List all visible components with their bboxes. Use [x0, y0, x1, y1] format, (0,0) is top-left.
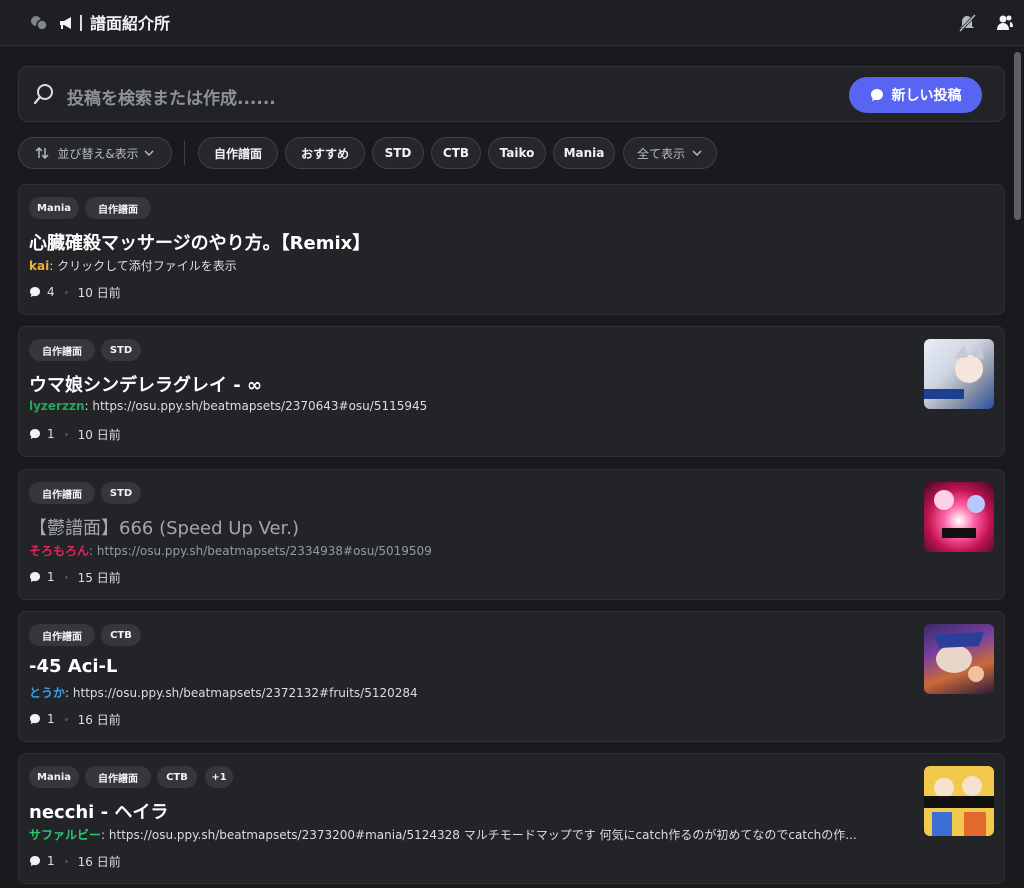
post-age: 10 日前 — [77, 427, 121, 442]
comment-count: 1 — [47, 427, 55, 441]
post-thumbnail[interactable] — [924, 339, 994, 409]
post-tag: 自作譜面 — [85, 197, 151, 219]
post-preview: そろもろん: https://osu.ppy.sh/beatmapsets/23… — [29, 544, 432, 558]
post-preview-text: https://osu.ppy.sh/beatmapsets/2372132#f… — [69, 686, 418, 700]
post-tag: CTB — [101, 624, 141, 646]
post-preview-text: https://osu.ppy.sh/beatmapsets/2370643#o… — [88, 399, 428, 413]
post-title: 心臓確殺マッサージのやり方。【Remix】 — [29, 233, 371, 254]
comment-count: 1 — [47, 570, 55, 584]
post-preview-text: クリックして添付ファイルを表示 — [53, 259, 237, 273]
filter-divider — [184, 141, 185, 165]
post-tag: +1 — [205, 766, 233, 788]
post-tag: STD — [101, 482, 141, 504]
post-meta: 1 16 日前 — [29, 853, 121, 869]
new-post-button[interactable]: 新しい投稿 — [849, 77, 982, 113]
sort-label: 並び替え&表示 — [57, 146, 139, 161]
post-author: サファルビー — [29, 828, 102, 842]
post-tag: Mania — [29, 197, 79, 219]
forum-post[interactable]: Mania 自作譜面 CTB +1 necchi - ヘイラ サファルビー: h… — [18, 753, 1005, 884]
comment-icon — [30, 429, 40, 439]
channel-header: 譜面紹介所 — [0, 0, 1024, 46]
scrollbar-thumb[interactable] — [1014, 52, 1021, 220]
forum-icon — [28, 12, 50, 34]
comment-icon — [30, 856, 40, 866]
filter-chip-mania[interactable]: Mania — [553, 137, 615, 169]
post-meta: 1 10 日前 — [29, 426, 121, 442]
post-tag: STD — [101, 339, 141, 361]
post-age: 10 日前 — [77, 285, 121, 300]
post-thumbnail[interactable] — [924, 624, 994, 694]
forum-post[interactable]: Mania 自作譜面 心臓確殺マッサージのやり方。【Remix】 kai: クリ… — [18, 184, 1005, 315]
comment-count: 4 — [47, 285, 55, 299]
comment-icon — [30, 287, 40, 297]
post-preview: lyzerzzn: https://osu.ppy.sh/beatmapsets… — [29, 399, 428, 413]
post-meta: 1 16 日前 — [29, 711, 121, 727]
post-title: 【鬱譜面】666 (Speed Up Ver.) — [29, 518, 300, 539]
post-tag: Mania — [29, 766, 79, 788]
post-preview: kai: クリックして添付ファイルを表示 — [29, 259, 237, 273]
filter-chip-osusume[interactable]: おすすめ — [285, 137, 365, 169]
search-bar[interactable]: 投稿を検索または作成...... 新しい投稿 — [18, 66, 1005, 122]
post-preview: サファルビー: https://osu.ppy.sh/beatmapsets/2… — [29, 828, 857, 842]
show-all-dropdown[interactable]: 全て表示 — [623, 137, 717, 169]
post-title: ウマ娘シンデレラグレイ - ∞ — [29, 375, 262, 396]
filter-chip-ctb[interactable]: CTB — [431, 137, 481, 169]
post-thumbnail[interactable] — [924, 766, 994, 836]
new-post-label: 新しい投稿 — [891, 88, 962, 104]
sort-button[interactable]: 並び替え&表示 — [18, 137, 172, 169]
sort-icon — [35, 146, 49, 160]
post-title: -45 Aci-L — [29, 656, 118, 677]
post-tag: CTB — [157, 766, 197, 788]
post-meta: 1 15 日前 — [29, 569, 121, 585]
announcement-icon — [56, 12, 78, 34]
chat-bubble-icon — [870, 89, 883, 101]
channel-title: 譜面紹介所 — [80, 10, 170, 34]
comment-count: 1 — [47, 854, 55, 868]
post-preview: とうか: https://osu.ppy.sh/beatmapsets/2372… — [29, 686, 418, 700]
post-author: lyzerzzn — [29, 399, 85, 413]
post-age: 16 日前 — [77, 712, 121, 727]
post-tag: 自作譜面 — [29, 339, 95, 361]
forum-post[interactable]: 自作譜面 STD 【鬱譜面】666 (Speed Up Ver.) そろもろん:… — [18, 469, 1005, 600]
post-preview-text: https://osu.ppy.sh/beatmapsets/2334938#o… — [93, 544, 432, 558]
post-tag: 自作譜面 — [85, 766, 151, 788]
post-author: そろもろん — [29, 544, 90, 558]
post-thumbnail[interactable] — [924, 482, 994, 552]
filter-chip-std[interactable]: STD — [372, 137, 424, 169]
show-all-label: 全て表示 — [636, 146, 685, 161]
search-icon — [33, 83, 55, 105]
comment-count: 1 — [47, 712, 55, 726]
chevron-down-icon — [692, 150, 702, 157]
post-meta: 4 10 日前 — [29, 284, 121, 300]
mute-icon[interactable] — [956, 12, 978, 34]
comment-icon — [30, 572, 40, 582]
filter-chip-jisaku[interactable]: 自作譜面 — [198, 137, 278, 169]
post-tag: 自作譜面 — [29, 482, 95, 504]
post-tag: 自作譜面 — [29, 624, 95, 646]
post-title: necchi - ヘイラ — [29, 802, 169, 823]
post-author: kai — [29, 259, 50, 273]
chevron-down-icon — [144, 150, 154, 157]
members-icon[interactable] — [994, 12, 1016, 34]
filter-bar: 並び替え&表示 自作譜面 おすすめ STD CTB Taiko Mania 全て… — [18, 137, 1018, 169]
comment-icon — [30, 714, 40, 724]
search-input[interactable]: 投稿を検索または作成...... — [67, 84, 276, 109]
filter-chip-taiko[interactable]: Taiko — [488, 137, 546, 169]
post-author: とうか — [29, 686, 66, 700]
forum-post[interactable]: 自作譜面 STD ウマ娘シンデレラグレイ - ∞ lyzerzzn: https… — [18, 326, 1005, 457]
forum-post[interactable]: 自作譜面 CTB -45 Aci-L とうか: https://osu.ppy.… — [18, 611, 1005, 742]
post-preview-text: https://osu.ppy.sh/beatmapsets/2373200#m… — [105, 828, 857, 842]
post-age: 16 日前 — [77, 854, 121, 869]
post-age: 15 日前 — [77, 570, 121, 585]
